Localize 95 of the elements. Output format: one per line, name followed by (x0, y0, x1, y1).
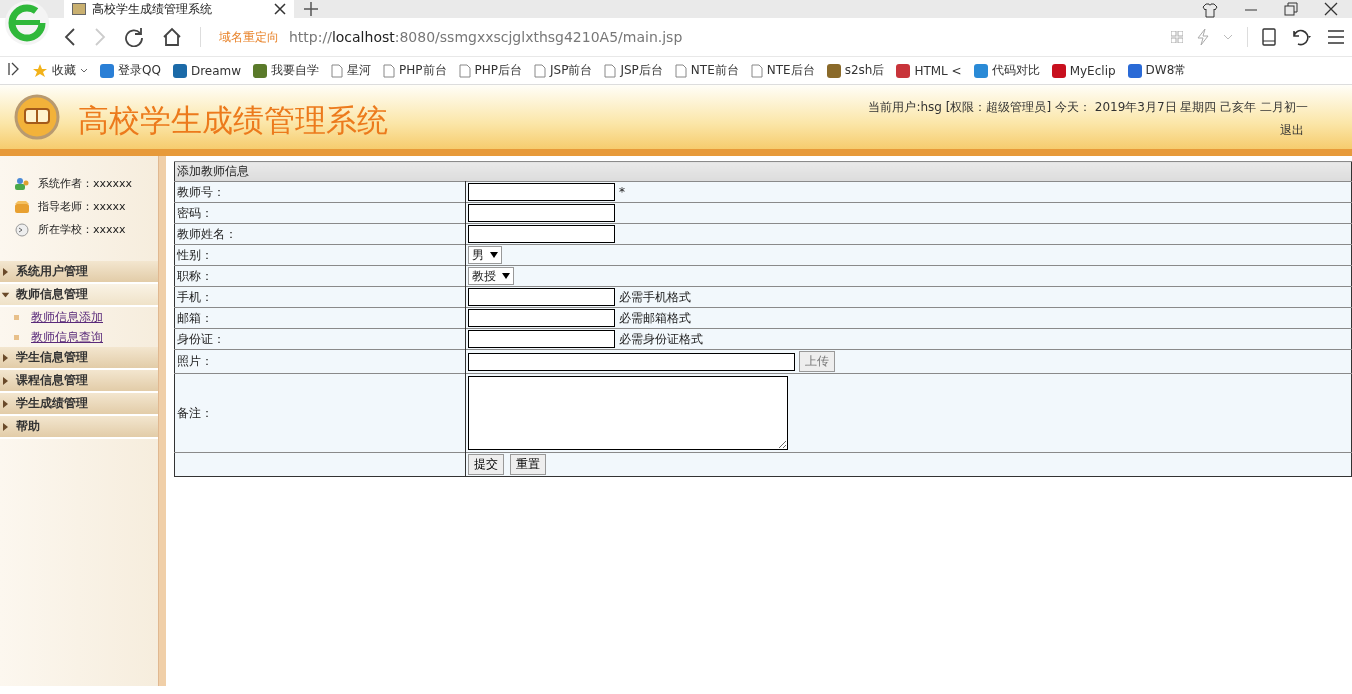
people-icon (14, 176, 30, 191)
field-label: 邮箱： (174, 307, 466, 329)
bookmark[interactable]: s2sh后 (826, 62, 885, 79)
page-icon (750, 63, 763, 78)
info-text: 所在学校：xxxxx (38, 222, 126, 237)
bullet-icon (14, 334, 19, 340)
bookmark[interactable]: 星河 (331, 62, 372, 79)
hint-text: 必需邮箱格式 (619, 309, 691, 327)
triangle-icon (3, 376, 8, 385)
address-field[interactable]: http://localhost:8080/ssmgxxscjglxthsg4210A5/main.jsp (289, 29, 683, 45)
field-label: 身份证： (174, 328, 466, 350)
input-field[interactable] (468, 330, 615, 348)
bookmark[interactable]: 我要自学 (253, 62, 320, 79)
input-field[interactable] (468, 309, 615, 327)
field-label: 教师姓名： (174, 223, 466, 245)
page-icon (331, 63, 344, 78)
logo-icon (14, 94, 60, 140)
menu-icon[interactable] (1328, 30, 1344, 44)
field-label: 职称： (174, 265, 466, 287)
bullet-icon (14, 314, 19, 320)
field-label: 备注： (174, 373, 466, 453)
caret-icon (502, 273, 510, 279)
user-info: 当前用户:hsg [权限：超级管理员] 今天： 2019年3月7日 星期四 己亥年 二月初一 (868, 99, 1308, 116)
bookmark[interactable]: NTE后台 (750, 62, 815, 79)
form-title: 添加教师信息 (174, 161, 1352, 182)
input-field[interactable] (468, 225, 615, 243)
shirt-icon[interactable] (1202, 2, 1218, 18)
bookmark[interactable]: PHP后台 (458, 62, 523, 79)
menu-group[interactable]: 帮助 (0, 416, 158, 439)
logout-link[interactable]: 退出 (1280, 122, 1304, 139)
hint-text: 必需身份证格式 (619, 330, 703, 348)
page-icon (534, 63, 547, 78)
chevron-down-icon (80, 67, 88, 74)
page-icon (383, 63, 396, 78)
bookmark[interactable]: 代码对比 (973, 62, 1040, 79)
box-icon (14, 199, 30, 214)
page-icon (674, 63, 687, 78)
close-icon[interactable] (274, 3, 286, 15)
browser-tab[interactable]: 高校学生成绩管理系统 (64, 0, 294, 18)
select-field[interactable]: 男 (468, 246, 502, 264)
menu-group[interactable]: 学生信息管理 (0, 347, 158, 370)
undo-icon[interactable] (1290, 28, 1314, 46)
caret-icon (490, 252, 498, 258)
field-label: 密码： (174, 202, 466, 224)
star-icon (32, 62, 48, 79)
field-label: 教师号： (174, 181, 466, 203)
bookmark[interactable]: HTML < (896, 63, 962, 78)
text-area[interactable] (468, 376, 788, 450)
field-label: 手机： (174, 286, 466, 308)
input-field[interactable] (468, 288, 615, 306)
triangle-icon (1, 292, 10, 297)
new-tab-icon[interactable] (304, 2, 318, 16)
triangle-icon (3, 353, 8, 362)
bookmark[interactable]: 登录QQ (100, 62, 161, 79)
triangle-icon (3, 399, 8, 408)
hint-text: 必需手机格式 (619, 288, 691, 306)
input-field[interactable] (468, 204, 615, 222)
menu-group[interactable]: 学生成绩管理 (0, 393, 158, 416)
upload-button[interactable]: 上传 (799, 351, 835, 372)
tablet-icon[interactable] (1262, 28, 1276, 46)
menu-link[interactable]: 教师信息查询 (31, 328, 103, 346)
bookmark[interactable]: JSP后台 (604, 62, 663, 79)
bookmark[interactable]: JSP前台 (534, 62, 593, 79)
page-icon (458, 63, 471, 78)
redirect-label: 域名重定向 (219, 28, 279, 46)
form-button[interactable]: 重置 (510, 454, 546, 475)
info-text: 系统作者：xxxxxx (38, 176, 133, 191)
home-icon[interactable] (162, 27, 182, 47)
bookmark[interactable]: PHP前台 (383, 62, 447, 79)
triangle-icon (3, 267, 8, 276)
bookmark[interactable]: Dreamw (172, 63, 242, 78)
page-icon (72, 3, 86, 15)
bookmark[interactable]: DW8常 (1127, 62, 1187, 79)
select-field[interactable]: 教授 (468, 267, 514, 285)
menu-group[interactable]: 系统用户管理 (0, 261, 158, 284)
bookmark[interactable]: NTE前台 (674, 62, 739, 79)
input-field[interactable] (468, 183, 615, 201)
back-icon[interactable] (64, 27, 76, 47)
close-icon[interactable] (1324, 2, 1338, 18)
field-label: 性别： (174, 244, 466, 266)
reload-icon[interactable] (124, 27, 144, 47)
menu-group[interactable]: 课程信息管理 (0, 370, 158, 393)
restore-icon[interactable] (1284, 2, 1298, 18)
form-button[interactable]: 提交 (468, 454, 504, 475)
page-icon (604, 63, 617, 78)
system-title: 高校学生成绩管理系统 (78, 101, 388, 140)
info-text: 指导老师：xxxxx (38, 199, 126, 214)
triangle-icon (3, 422, 8, 431)
bookmark[interactable]: 收藏 (32, 62, 88, 79)
hint-text: * (619, 185, 625, 199)
menu-group[interactable]: 教师信息管理 (0, 284, 158, 307)
menu-link[interactable]: 教师信息添加 (31, 308, 103, 326)
field-label: 照片： (174, 349, 466, 374)
input-field[interactable] (468, 352, 795, 371)
bookmark[interactable]: MyEclip (1051, 63, 1116, 78)
